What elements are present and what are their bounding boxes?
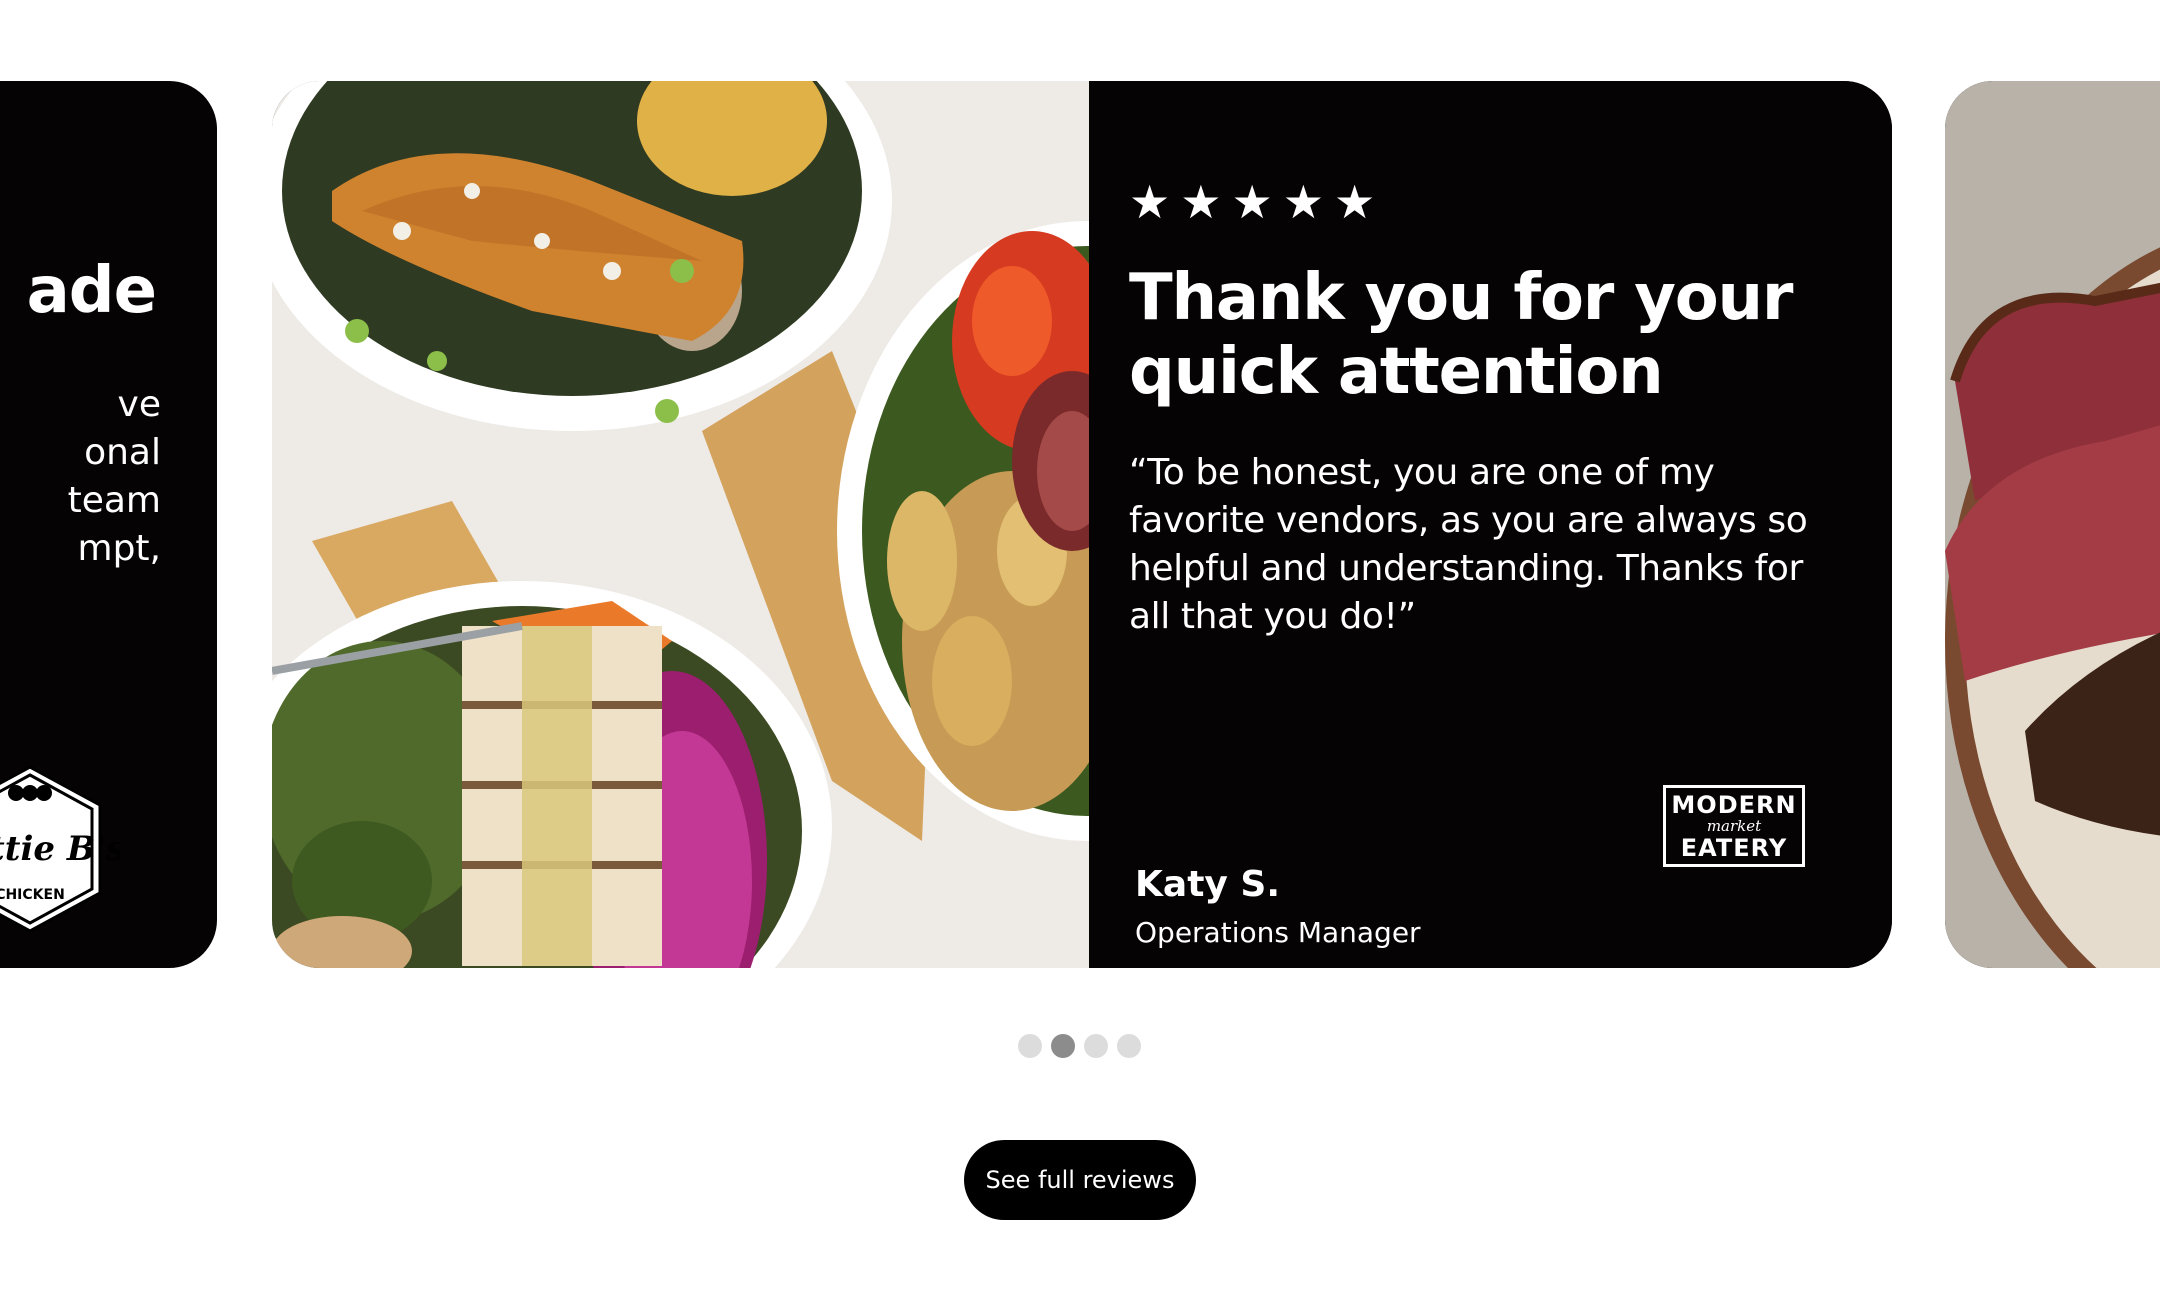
- review-card-next[interactable]: [1945, 81, 2160, 968]
- logo-line: MODERN: [1671, 790, 1797, 819]
- previous-card-quote-line: team: [67, 480, 161, 521]
- star-icon: ★: [1180, 175, 1222, 229]
- star-icon: ★: [1129, 175, 1171, 229]
- star-icon: ★: [1334, 175, 1376, 229]
- see-full-reviews-button[interactable]: See full reviews: [964, 1140, 1196, 1220]
- svg-text:CHICKEN: CHICKEN: [0, 887, 65, 903]
- steak-photo: [1945, 81, 2160, 968]
- previous-card-heading: ade: [26, 255, 156, 327]
- svg-text:Hattie B's: Hattie B's: [0, 829, 120, 869]
- carousel-pagination: [1018, 1034, 1141, 1058]
- reviewer-name: Katy S.: [1135, 864, 1281, 905]
- review-panel: ★ ★ ★ ★ ★ Thank you for your quick atten…: [1089, 81, 1892, 968]
- previous-card-quote-line: mpt,: [77, 528, 161, 569]
- pagination-dot[interactable]: [1117, 1034, 1141, 1058]
- review-title: Thank you for your quick attention: [1129, 261, 1793, 409]
- review-card-current[interactable]: ★ ★ ★ ★ ★ Thank you for your quick atten…: [272, 81, 1892, 968]
- hattie-bs-logo: Hattie B's CHICKEN: [0, 765, 120, 933]
- pagination-dot-active[interactable]: [1051, 1034, 1075, 1058]
- food-bowls-photo: [272, 81, 1089, 968]
- review-card-previous[interactable]: ade ve onal team mpt, Hattie B's CHICKEN: [0, 81, 217, 968]
- review-quote: “To be honest, you are one of my favorit…: [1129, 452, 1808, 637]
- star-icon: ★: [1282, 175, 1324, 229]
- logo-line: market: [1706, 816, 1762, 835]
- reviewer-role: Operations Manager: [1135, 916, 1421, 949]
- star-rating: ★ ★ ★ ★ ★: [1129, 177, 1375, 227]
- previous-card-quote-line: onal: [84, 432, 161, 473]
- pagination-dot[interactable]: [1084, 1034, 1108, 1058]
- star-icon: ★: [1231, 175, 1273, 229]
- previous-card-quote-line: ve: [117, 384, 161, 425]
- pagination-dot[interactable]: [1018, 1034, 1042, 1058]
- previous-card-quote: ve onal team mpt,: [0, 381, 161, 573]
- modern-market-eatery-logo: MODERN market EATERY: [1663, 785, 1805, 867]
- logo-line: EATERY: [1680, 833, 1788, 862]
